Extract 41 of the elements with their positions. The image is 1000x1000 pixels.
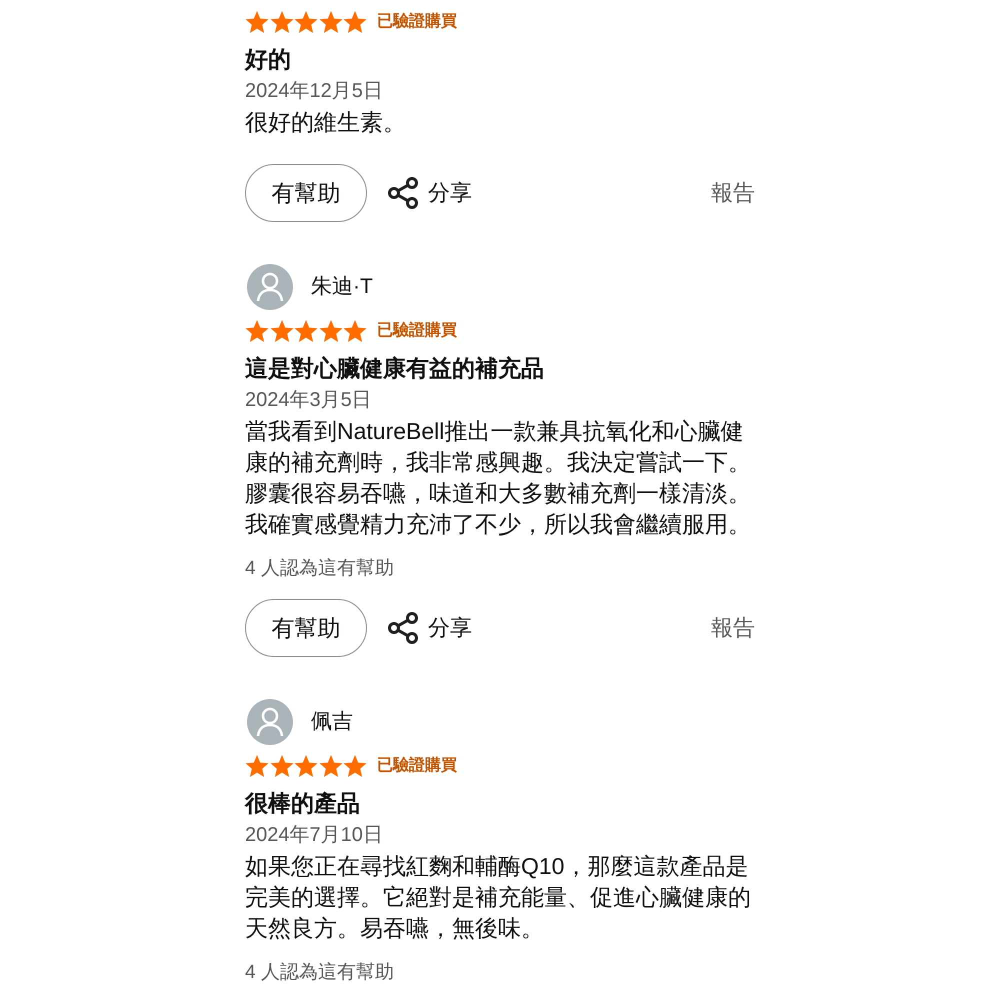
helpful-button[interactable]: 有幫助	[245, 164, 367, 222]
star-icon	[294, 754, 318, 778]
verified-purchase-label: 已驗證購買	[377, 12, 457, 32]
helpful-count: 4 人認為這有幫助	[245, 557, 395, 581]
star-icon	[270, 10, 294, 34]
star-icon	[318, 10, 342, 34]
reviewer-name: 朱迪·T	[311, 274, 373, 300]
report-link[interactable]: 報告	[711, 613, 755, 643]
review-text: 當我看到NatureBell推出一款兼具抗氧化和心臟健康的補充劑時，我非常感興趣。我決定嘗試一下。膠囊很容易吞嚥，味道和大多數補充劑一樣清淡。我確實感覺精力充沛了不少，所以我會繼續服用。	[245, 417, 752, 539]
star-icon	[245, 10, 269, 34]
star-icon	[245, 754, 269, 778]
share-button[interactable]: 分享	[388, 177, 472, 209]
star-icon	[270, 754, 294, 778]
report-link[interactable]: 報告	[711, 178, 755, 208]
avatar-icon	[247, 699, 293, 745]
star-icon	[270, 320, 294, 342]
star-icon	[294, 10, 318, 34]
verified-purchase-label: 已驗證購買	[377, 321, 457, 341]
star-icon	[343, 754, 367, 778]
star-icon	[245, 320, 269, 342]
review-title: 很棒的產品	[245, 789, 361, 818]
review-title: 好的	[245, 45, 292, 74]
review-date: 2024年3月5日	[245, 388, 373, 413]
star-icon	[294, 320, 318, 342]
star-icon	[318, 754, 342, 778]
avatar-icon	[247, 264, 293, 310]
review-text: 很好的維生素。	[245, 108, 407, 137]
share-icon	[388, 177, 418, 209]
star-icon	[343, 10, 367, 34]
star-icon	[343, 320, 367, 342]
verified-purchase-label: 已驗證購買	[377, 756, 457, 776]
review-date: 2024年7月10日	[245, 823, 384, 848]
helpful-button[interactable]: 有幫助	[245, 599, 367, 657]
review-title: 這是對心臟健康有益的補充品	[245, 354, 545, 383]
share-icon	[388, 612, 418, 644]
star-icon	[318, 320, 342, 342]
reviewer-name: 佩吉	[311, 709, 353, 735]
share-button[interactable]: 分享	[388, 612, 472, 644]
helpful-count: 4 人認為這有幫助	[245, 961, 395, 985]
review-date: 2024年12月5日	[245, 79, 384, 104]
review-text: 如果您正在尋找紅麴和輔酶Q10，那麼這款產品是完美的選擇。它絕對是補充能量、促進心臟健康的天然良方。易吞嚥，無後味。	[245, 852, 752, 943]
